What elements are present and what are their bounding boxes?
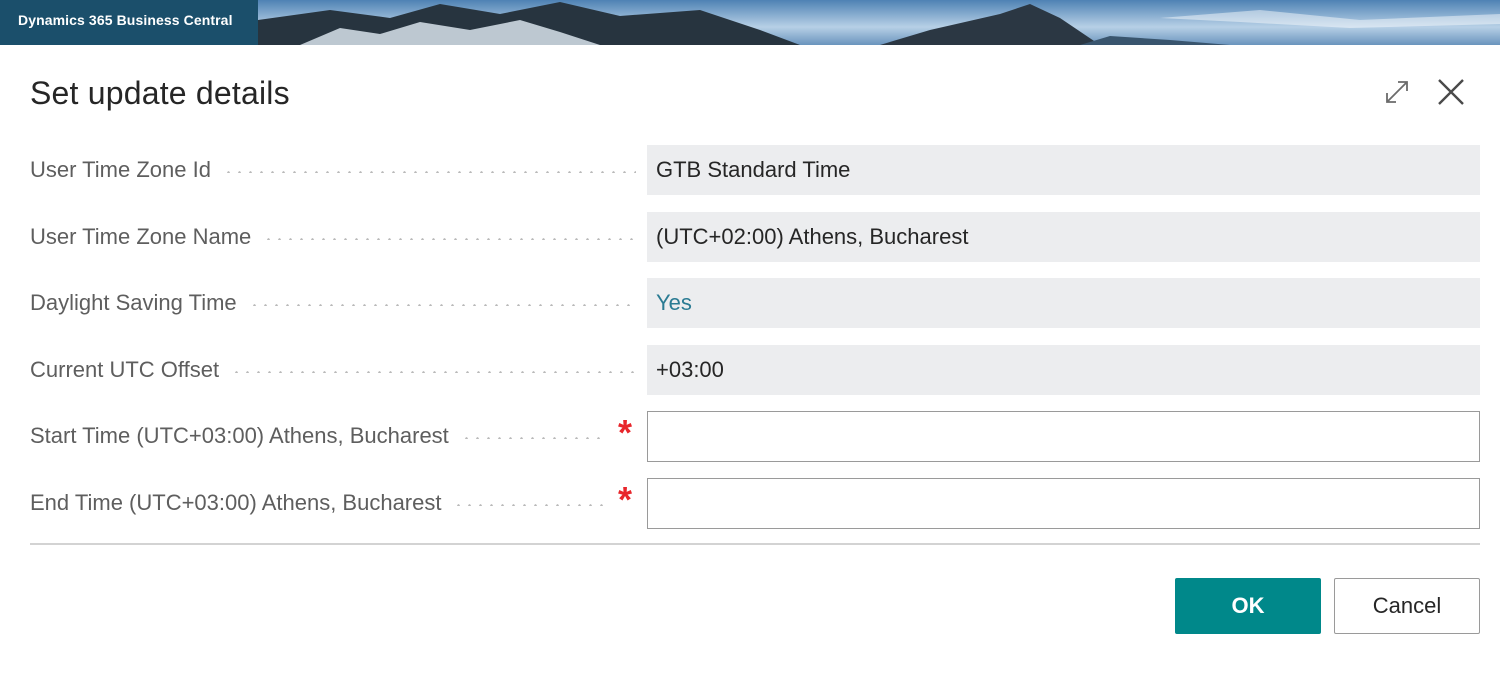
label-leader-dots [231,371,636,373]
label-leader-dots [263,238,636,240]
label-leader-dots [460,437,608,439]
ok-button[interactable]: OK [1175,578,1321,634]
required-marker: * [617,479,632,520]
end-time-field[interactable] [647,478,1480,529]
end-time-input[interactable] [657,479,1479,528]
label-leader-dots [453,504,608,506]
dialog-title: Set update details [30,75,290,111]
field-row-user-time-zone-id: User Time Zone Id GTB Standard Time [30,145,1480,195]
start-time-field[interactable] [647,411,1480,462]
start-time-input[interactable] [657,412,1479,461]
set-update-details-dialog: Set update details User Time Zone Id GTB… [0,45,1500,683]
field-row-end-time: End Time (UTC+03:00) Athens, Bucharest * [30,478,1480,529]
field-row-daylight-saving-time: Daylight Saving Time Yes [30,278,1480,328]
label-leader-dots [222,171,636,173]
required-marker: * [617,412,632,453]
expand-button[interactable] [1378,73,1416,111]
field-label: User Time Zone Id [30,157,211,182]
field-label: User Time Zone Name [30,224,252,249]
field-label: Current UTC Offset [30,357,220,382]
expand-icon [1386,81,1408,103]
user-time-zone-id-field: GTB Standard Time [647,145,1480,195]
field-label: Daylight Saving Time [30,290,237,315]
user-time-zone-name-field: (UTC+02:00) Athens, Bucharest [647,212,1480,262]
close-button[interactable] [1432,73,1470,111]
cancel-button[interactable]: Cancel [1334,578,1480,634]
close-icon [1438,79,1464,105]
top-banner: Dynamics 365 Business Central [0,0,1500,45]
field-label: Start Time (UTC+03:00) Athens, Bucharest [30,423,449,448]
current-utc-offset-field: +03:00 [647,345,1480,395]
field-label: End Time (UTC+03:00) Athens, Bucharest [30,490,442,515]
field-row-start-time: Start Time (UTC+03:00) Athens, Bucharest… [30,411,1480,462]
daylight-saving-time-field[interactable]: Yes [647,278,1480,328]
app-title: Dynamics 365 Business Central [18,12,233,28]
label-leader-dots [248,304,636,306]
footer-divider [30,543,1480,545]
field-row-user-time-zone-name: User Time Zone Name (UTC+02:00) Athens, … [30,212,1480,262]
field-row-current-utc-offset: Current UTC Offset +03:00 [30,345,1480,395]
